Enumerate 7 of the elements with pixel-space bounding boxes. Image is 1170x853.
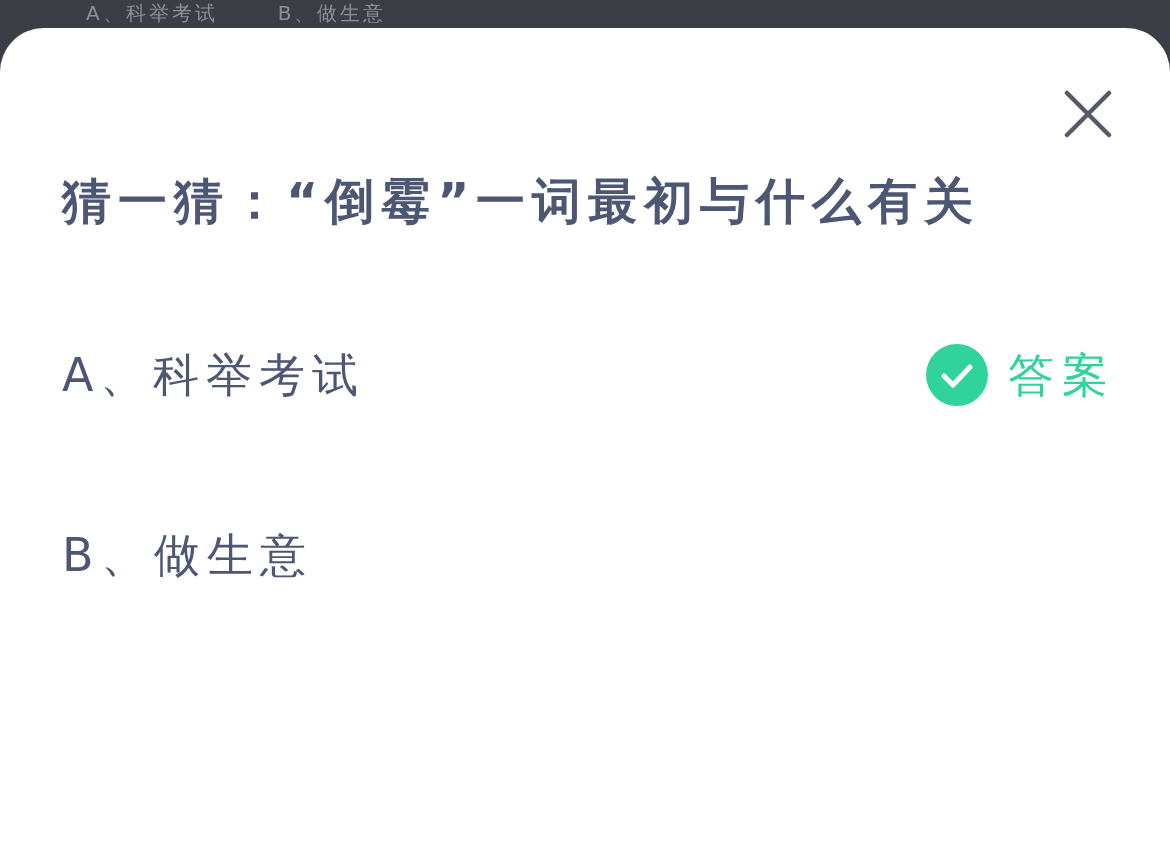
question-title: 猜一猜：“倒霉”一词最初与什么有关 (62, 172, 982, 232)
option-text[interactable]: B、做生意 (62, 525, 313, 585)
background-option: A、科举考试 (86, 0, 218, 26)
close-icon[interactable] (1064, 90, 1112, 138)
option-text[interactable]: A、科举考试 (62, 345, 366, 405)
answer-label: 答案 (1008, 347, 1116, 404)
background-option: B、做生意 (277, 0, 387, 26)
